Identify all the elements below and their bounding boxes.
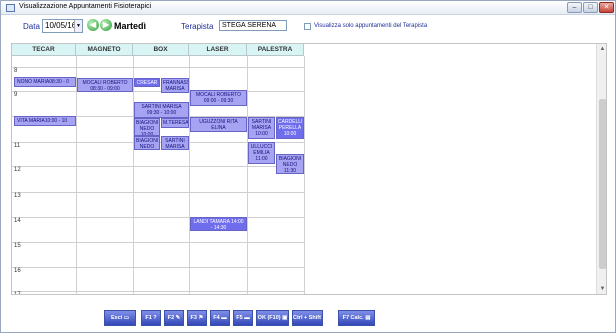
- shift-f12-button[interactable]: Ctrl + Shift F12: [292, 310, 323, 326]
- appointment-block[interactable]: NONO MARIA08:30 - 0: [14, 77, 76, 87]
- vertical-scrollbar[interactable]: ▲ ▼: [596, 44, 606, 294]
- scroll-thumb[interactable]: [599, 99, 606, 269]
- title-bar: Visualizzazione Appuntamenti Fisioterapi…: [1, 1, 615, 15]
- hour-line: [12, 91, 304, 92]
- f1-help-button[interactable]: F1 ?: [141, 310, 161, 326]
- f5-label: F5: [236, 315, 243, 321]
- close-button[interactable]: ✕: [599, 2, 614, 13]
- therapist-field[interactable]: STEGA SERENA: [219, 20, 287, 31]
- appointment-block[interactable]: ULLUCCI EMILIA 11:00: [248, 142, 275, 164]
- toolbar: Data 10/05/16 ▼ ◀ ▶ Martedì Terapista ST…: [1, 15, 615, 39]
- hour-line: [12, 67, 304, 68]
- date-value: 10/05/16: [45, 21, 77, 30]
- appointment-block[interactable]: MOCALI ROBERTO 08:30 - 09:00: [77, 78, 133, 92]
- f5-button[interactable]: F5 ▬: [233, 310, 253, 326]
- hour-label: 12: [14, 167, 21, 173]
- appointment-block[interactable]: VITA MARIA10:00 - 10: [14, 116, 76, 126]
- column-header-tecar: TECAR: [12, 44, 76, 56]
- app-icon: [6, 4, 15, 12]
- appointment-block[interactable]: BIAGIONI NEDO 11:30: [276, 154, 304, 174]
- therapist-label: Terapista: [181, 22, 214, 31]
- ok-button[interactable]: OK (F10) ▣: [256, 310, 289, 326]
- therapist-filter-checkbox[interactable]: [304, 23, 311, 30]
- f3-label: F3: [190, 315, 197, 321]
- calculator-button[interactable]: F7 Calc. ▤: [338, 310, 375, 326]
- hour-line: [12, 267, 304, 268]
- schedule-grid: TECAR MAGNETO BOX LASER PALESTRA 8 9 10 …: [11, 43, 607, 295]
- next-day-button[interactable]: ▶: [100, 19, 112, 31]
- exit-label: Esci: [110, 315, 123, 321]
- column-header-laser: LASER: [189, 44, 247, 56]
- hour-line: [12, 291, 304, 292]
- exit-button[interactable]: Esci ▭: [104, 310, 136, 326]
- appointment-block[interactable]: LANDI TAMARA 14:00 - 14:30: [190, 217, 247, 231]
- appointment-block[interactable]: SARTINI MARISA 10:00: [248, 117, 275, 139]
- appointment-block[interactable]: UGUZZONI RITA ELINA: [190, 117, 247, 132]
- hour-label: 15: [14, 243, 21, 249]
- appointment-block[interactable]: M.TERESA: [161, 118, 189, 128]
- scroll-down-icon[interactable]: ▼: [597, 284, 606, 294]
- chevron-down-icon[interactable]: ▼: [74, 20, 82, 32]
- hour-line: [12, 242, 304, 243]
- f4-label: F4: [213, 315, 220, 321]
- appointment-block[interactable]: CRESAR FRANMASS: [134, 78, 160, 87]
- function-key-bar: Esci ▭ F1 ? F2 ✎ F3 ⚑ F4 ▬ F5 ▬ OK (F10)…: [1, 301, 615, 329]
- appointment-block[interactable]: BIAGIONI NEDO: [134, 136, 160, 150]
- arrow-left-icon: ◀: [89, 20, 97, 29]
- previous-day-button[interactable]: ◀: [87, 19, 99, 31]
- calc-label: F7 Calc.: [342, 315, 364, 321]
- hour-line: [12, 192, 304, 193]
- hour-label: 11: [14, 143, 21, 149]
- main-window: Visualizzazione Appuntamenti Fisioterapi…: [0, 0, 616, 333]
- column-header-box: BOX: [133, 44, 189, 56]
- appointment-block[interactable]: CARDELLI PERELLA 10:00: [276, 117, 304, 139]
- appointment-block[interactable]: SARTINI MARISA: [161, 136, 189, 150]
- date-label: Data: [23, 22, 40, 31]
- f2-label: F2: [167, 315, 175, 321]
- hour-label: 14: [14, 218, 21, 224]
- arrow-right-icon: ▶: [102, 20, 110, 29]
- hour-label: 8: [14, 68, 18, 74]
- column-header-palestra: PALESTRA: [247, 44, 304, 56]
- f4-button[interactable]: F4 ▬: [210, 310, 230, 326]
- appointment-block[interactable]: MOCALI ROBERTO 09:00 - 09:30: [190, 90, 247, 106]
- f2-button[interactable]: F2 ✎: [164, 310, 184, 326]
- column-divider: [304, 56, 305, 294]
- date-picker[interactable]: 10/05/16 ▼: [42, 19, 83, 33]
- day-name: Martedì: [114, 21, 147, 31]
- maximize-button[interactable]: □: [583, 2, 598, 13]
- window-title: Visualizzazione Appuntamenti Fisioterapi…: [19, 3, 152, 10]
- therapist-filter-label: Visualizza solo appuntamenti del Terapis…: [314, 23, 428, 29]
- hour-line: [12, 217, 304, 218]
- hour-line: [12, 166, 304, 167]
- hour-label: 17: [14, 292, 21, 295]
- hour-label: 9: [14, 92, 18, 98]
- column-header-magneto: MAGNETO: [76, 44, 133, 56]
- f3-button[interactable]: F3 ⚑: [187, 310, 207, 326]
- ok-label: OK (F10): [257, 315, 281, 321]
- minimize-button[interactable]: –: [567, 2, 582, 13]
- appointment-block[interactable]: SARTINI MARISA 09:30 - 10:00: [134, 102, 189, 118]
- appointment-block[interactable]: FRANNASS MARISA: [161, 78, 189, 93]
- appointment-block[interactable]: BIAGIONI NEDO 10:00: [134, 118, 160, 136]
- scroll-up-icon[interactable]: ▲: [597, 44, 606, 54]
- hour-label: 16: [14, 268, 21, 274]
- hour-label: 13: [14, 193, 21, 199]
